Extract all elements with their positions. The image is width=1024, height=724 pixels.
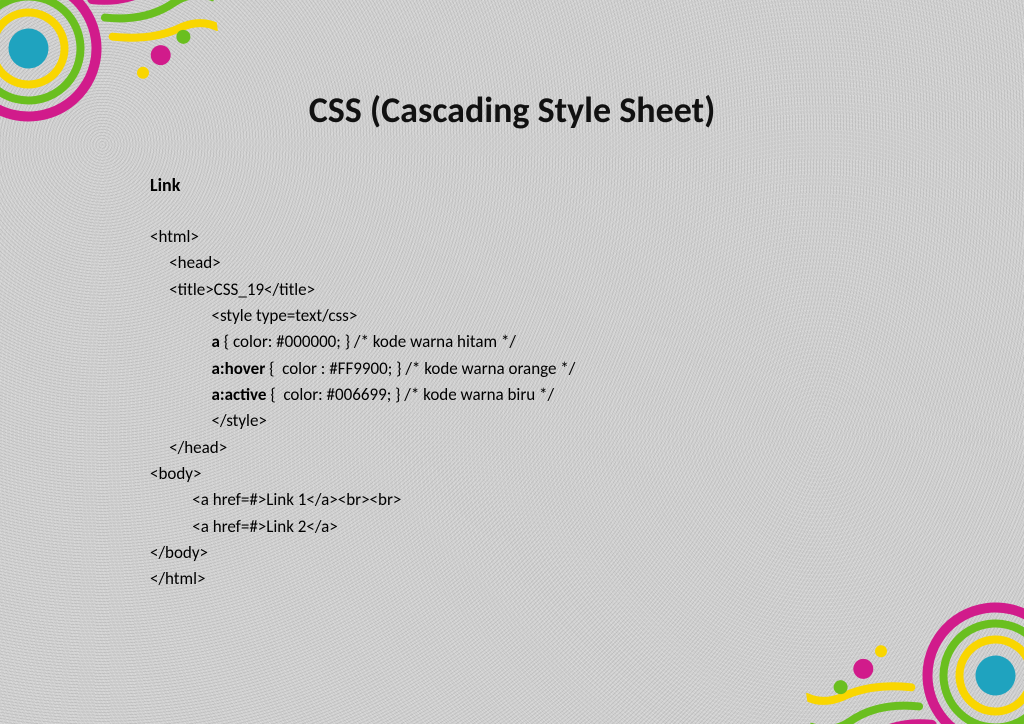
code-line: </body>: [150, 542, 208, 563]
page-title: CSS (Cascading Style Sheet): [0, 88, 1024, 132]
code-selector: a: [212, 331, 220, 352]
code-line: a { color: #000000; } /* kode warna hita…: [150, 331, 516, 352]
code-selector: a:active: [212, 384, 267, 405]
code-block: <html> <head> <title>CSS_19</title> <sty…: [150, 224, 964, 593]
code-line: a:hover { color : #FF9900; } /* kode war…: [150, 358, 575, 379]
code-line: <a href=#>Link 1</a><br><br>: [150, 489, 401, 510]
code-line: <a href=#>Link 2</a>: [150, 516, 338, 537]
code-line: </head>: [150, 437, 227, 458]
code-line: <title>CSS_19</title>: [150, 279, 315, 300]
decorative-swirl-top-left: [0, 0, 231, 157]
code-line: a:active { color: #006699; } /* kode war…: [150, 384, 554, 405]
code-line: </html>: [150, 568, 205, 589]
slide: CSS (Cascading Style Sheet) Link <html> …: [0, 0, 1024, 724]
code-line: <body>: [150, 463, 201, 484]
code-line: </style>: [150, 410, 267, 431]
subtitle: Link: [150, 172, 964, 200]
code-selector: a:hover: [212, 358, 266, 379]
code-line: <html>: [150, 226, 199, 247]
code-line: <head>: [150, 252, 221, 273]
code-line: <style type=text/css>: [150, 305, 357, 326]
content-area: Link <html> <head> <title>CSS_19</title>…: [150, 172, 964, 593]
